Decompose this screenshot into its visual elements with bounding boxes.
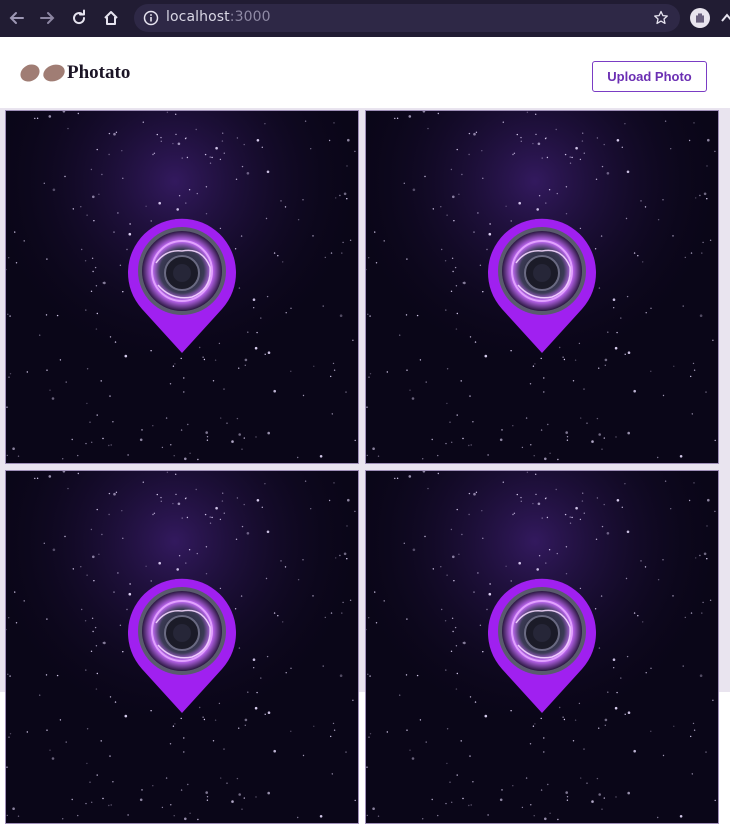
url-host: localhost [166,9,230,25]
potato-logo-icon [18,61,68,85]
reload-button[interactable] [68,7,90,29]
upload-photo-button[interactable]: Upload Photo [592,61,707,92]
browser-toolbar: localhost:3000 [0,0,730,37]
home-button[interactable] [100,7,122,29]
photo-image [6,111,358,463]
hand-icon [696,13,704,23]
address-bar[interactable]: localhost:3000 [134,4,680,32]
back-button[interactable] [6,7,28,29]
bookmark-star-icon[interactable] [653,10,669,26]
photo-tile[interactable] [5,110,359,464]
extension-icon[interactable] [690,8,710,28]
photo-tile[interactable] [5,470,359,824]
menu-chevron-icon[interactable] [720,11,730,25]
photo-gallery [0,108,730,824]
url-port: :3000 [229,9,271,25]
url-text: localhost:3000 [166,9,271,25]
photo-image [366,111,718,463]
forward-button[interactable] [36,7,58,29]
back-arrow-icon [9,12,24,24]
forward-arrow-icon [40,12,55,24]
home-icon [104,11,118,25]
photo-image [366,471,718,823]
reload-icon [73,9,86,25]
photo-image [6,471,358,823]
info-icon[interactable] [143,10,159,26]
photo-tile[interactable] [365,470,719,824]
photo-tile[interactable] [365,110,719,464]
brand-title[interactable]: Photato [67,62,130,84]
